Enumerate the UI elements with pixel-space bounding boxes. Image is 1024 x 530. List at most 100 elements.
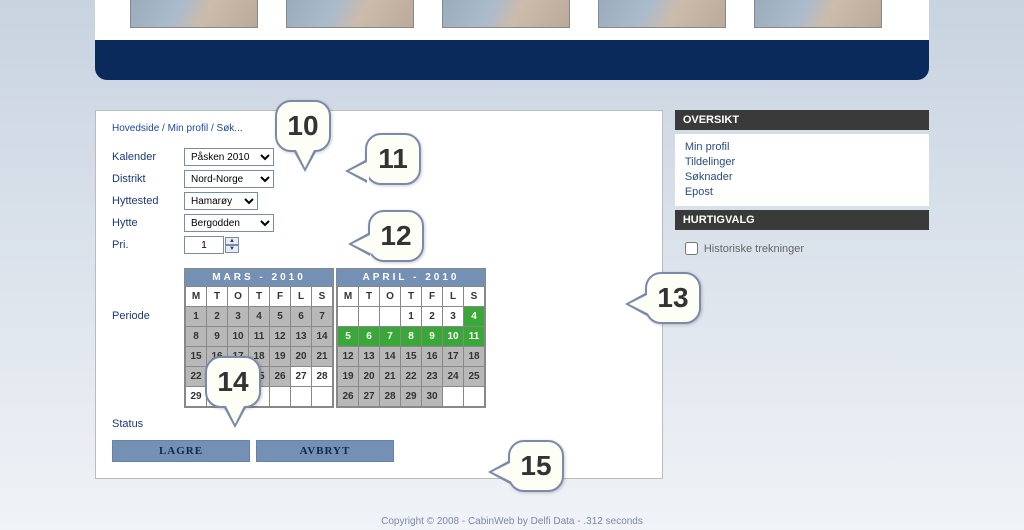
calendar-day[interactable]: 14 bbox=[312, 327, 333, 347]
calendar-day[interactable]: 21 bbox=[380, 367, 401, 387]
distrikt-select[interactable]: Nord-Norge bbox=[184, 170, 274, 188]
calendar-day[interactable]: 23 bbox=[422, 367, 443, 387]
calendar-day[interactable]: 4 bbox=[464, 307, 485, 327]
kalender-select[interactable]: Påsken 2010 bbox=[184, 148, 274, 166]
breadcrumb-current: Søk... bbox=[217, 123, 243, 134]
calendar-day[interactable]: 10 bbox=[228, 327, 249, 347]
calendar-day[interactable]: 10 bbox=[443, 327, 464, 347]
dow-header: L bbox=[291, 287, 312, 307]
dow-header: T bbox=[401, 287, 422, 307]
pri-up[interactable]: ▲ bbox=[225, 237, 239, 245]
calendar-day[interactable]: 6 bbox=[359, 327, 380, 347]
calendar-day[interactable]: 7 bbox=[380, 327, 401, 347]
oversikt-header: OVERSIKT bbox=[675, 110, 929, 130]
dow-header: S bbox=[312, 287, 333, 307]
calendar-day[interactable]: 1 bbox=[401, 307, 422, 327]
calendar-day[interactable]: 22 bbox=[401, 367, 422, 387]
label-distrikt: Distrikt bbox=[112, 173, 184, 185]
label-status: Status bbox=[112, 418, 646, 430]
calendar-day bbox=[312, 387, 333, 407]
calendar-day[interactable]: 9 bbox=[422, 327, 443, 347]
calendar-day bbox=[270, 387, 291, 407]
calendar-title: MARS - 2010 bbox=[185, 269, 333, 286]
calendar-day[interactable]: 20 bbox=[359, 367, 380, 387]
calendar-day[interactable]: 12 bbox=[270, 327, 291, 347]
label-periode: Periode bbox=[112, 258, 184, 408]
calendar-day bbox=[291, 387, 312, 407]
calendar-day[interactable]: 20 bbox=[291, 347, 312, 367]
hurtigvalg-header: HURTIGVALG bbox=[675, 210, 929, 230]
calendar-day[interactable]: 1 bbox=[186, 307, 207, 327]
calendar-day[interactable]: 13 bbox=[359, 347, 380, 367]
lagre-button[interactable]: LAGRE bbox=[112, 440, 250, 462]
calendar-day[interactable]: 2 bbox=[207, 307, 228, 327]
cabin-thumb[interactable] bbox=[442, 0, 570, 28]
calendar-day[interactable]: 26 bbox=[270, 367, 291, 387]
calendar-day[interactable]: 8 bbox=[186, 327, 207, 347]
label-pri: Pri. bbox=[112, 239, 184, 251]
calendar-day[interactable]: 29 bbox=[186, 387, 207, 407]
calendar-day[interactable]: 12 bbox=[338, 347, 359, 367]
breadcrumb-home[interactable]: Hovedside bbox=[112, 123, 159, 134]
calendar-day[interactable]: 27 bbox=[291, 367, 312, 387]
calendar-day[interactable]: 9 bbox=[207, 327, 228, 347]
calendar-day[interactable]: 29 bbox=[401, 387, 422, 407]
calendar-day[interactable]: 4 bbox=[249, 307, 270, 327]
calendar-day[interactable]: 25 bbox=[464, 367, 485, 387]
historiske-checkbox[interactable] bbox=[685, 242, 698, 255]
side-link-profil[interactable]: Min profil bbox=[685, 140, 919, 155]
calendar-day[interactable]: 19 bbox=[338, 367, 359, 387]
calendar-day[interactable]: 5 bbox=[270, 307, 291, 327]
breadcrumb-profile[interactable]: Min profil bbox=[168, 123, 209, 134]
calendar-day[interactable]: 18 bbox=[464, 347, 485, 367]
calendar-day[interactable]: 30 bbox=[422, 387, 443, 407]
calendar-day[interactable]: 24 bbox=[443, 367, 464, 387]
calendar-day[interactable]: 15 bbox=[186, 347, 207, 367]
calendar-title: APRIL - 2010 bbox=[337, 269, 485, 286]
calendar-day bbox=[338, 307, 359, 327]
cabin-thumb[interactable] bbox=[130, 0, 258, 28]
calendar-day[interactable]: 3 bbox=[228, 307, 249, 327]
side-link-tildelinger[interactable]: Tildelinger bbox=[685, 155, 919, 170]
calendar-day[interactable]: 28 bbox=[380, 387, 401, 407]
calendar-day[interactable]: 2 bbox=[422, 307, 443, 327]
calendar-day[interactable]: 17 bbox=[443, 347, 464, 367]
pri-input[interactable] bbox=[184, 236, 224, 254]
calendar-day[interactable]: 5 bbox=[338, 327, 359, 347]
calendar-day[interactable]: 11 bbox=[249, 327, 270, 347]
dow-header: T bbox=[207, 287, 228, 307]
side-link-soknader[interactable]: Søknader bbox=[685, 170, 919, 185]
calendar-day[interactable]: 26 bbox=[338, 387, 359, 407]
calendar-day[interactable]: 3 bbox=[443, 307, 464, 327]
calendar-day[interactable]: 13 bbox=[291, 327, 312, 347]
calendar-day[interactable]: 7 bbox=[312, 307, 333, 327]
calendar-day[interactable]: 19 bbox=[270, 347, 291, 367]
callout-13: 13 bbox=[645, 272, 701, 324]
calendar-day[interactable]: 27 bbox=[359, 387, 380, 407]
hyttested-select[interactable]: Hamarøy bbox=[184, 192, 258, 210]
calendar-day[interactable]: 8 bbox=[401, 327, 422, 347]
dow-header: M bbox=[186, 287, 207, 307]
calendar-day[interactable]: 15 bbox=[401, 347, 422, 367]
calendar-day[interactable]: 14 bbox=[380, 347, 401, 367]
calendar-day bbox=[443, 387, 464, 407]
label-hyttested: Hyttested bbox=[112, 195, 184, 207]
cabin-thumb[interactable] bbox=[754, 0, 882, 28]
calendar-day[interactable]: 21 bbox=[312, 347, 333, 367]
calendar-day[interactable]: 11 bbox=[464, 327, 485, 347]
dow-header: L bbox=[443, 287, 464, 307]
callout-14: 14 bbox=[205, 356, 261, 408]
pri-down[interactable]: ▼ bbox=[225, 245, 239, 253]
calendar-day[interactable]: 22 bbox=[186, 367, 207, 387]
calendar-day[interactable]: 16 bbox=[422, 347, 443, 367]
calendar-day[interactable]: 28 bbox=[312, 367, 333, 387]
cabin-thumb[interactable] bbox=[598, 0, 726, 28]
cabin-thumb[interactable] bbox=[286, 0, 414, 28]
side-link-epost[interactable]: Epost bbox=[685, 185, 919, 200]
avbryt-button[interactable]: AVBRYT bbox=[256, 440, 394, 462]
footer: Copyright © 2008 - CabinWeb by Delfi Dat… bbox=[0, 513, 1024, 530]
calendar-day bbox=[380, 307, 401, 327]
calendar-day[interactable]: 6 bbox=[291, 307, 312, 327]
callout-12: 12 bbox=[368, 210, 424, 262]
hytte-select[interactable]: Bergodden bbox=[184, 214, 274, 232]
